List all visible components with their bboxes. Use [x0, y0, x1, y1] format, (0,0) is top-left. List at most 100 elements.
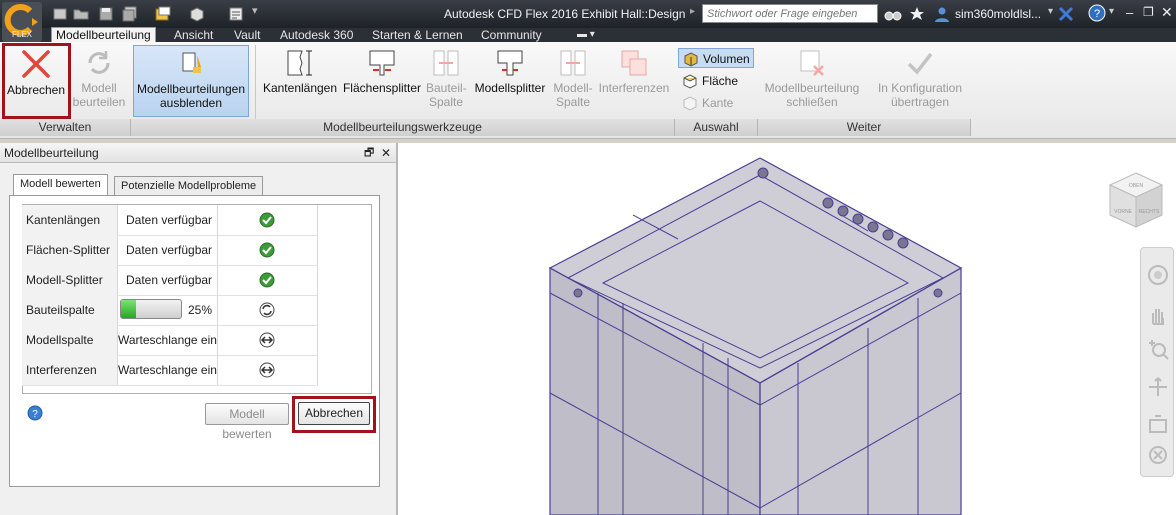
edge-select-icon — [683, 96, 697, 111]
tab-ansicht[interactable]: Ansicht — [174, 28, 213, 42]
minimize-icon[interactable]: – — [1126, 5, 1133, 20]
abbrechen-ribbon-button[interactable]: Abbrechen — [4, 48, 68, 97]
kante-select-button[interactable]: Kante — [678, 93, 754, 113]
close-panel-icon[interactable]: ✕ — [381, 143, 391, 163]
flaeche-select-button[interactable]: Fläche — [678, 71, 754, 91]
modell-spalte-button[interactable]: Modell- Spalte — [552, 48, 594, 109]
panel-title: Modellbeurteilung — [4, 146, 99, 160]
exchange-x-icon[interactable] — [1058, 6, 1074, 22]
row-status: Daten verfügbar — [118, 265, 218, 295]
queued-icon — [259, 332, 275, 348]
table-row: Interferenzen Warteschlange eing — [22, 355, 318, 386]
row-status: Daten verfügbar — [118, 235, 218, 265]
row-icon-cell — [218, 355, 318, 385]
checkmark-icon — [907, 52, 933, 75]
tab-vault[interactable]: Vault — [234, 28, 260, 42]
look-at-icon[interactable] — [1147, 414, 1169, 436]
viewcube-right-label: RECHTS — [1139, 209, 1160, 215]
queued-icon — [259, 362, 275, 378]
check-icon — [259, 212, 275, 228]
model-view — [548, 157, 963, 515]
row-name: Kantenlängen — [22, 205, 118, 235]
interference-icon — [621, 50, 647, 76]
bauteil-spalte-button[interactable]: Bauteil- Spalte — [426, 48, 467, 109]
help-icon[interactable]: ? — [27, 405, 43, 421]
save-all-icon[interactable] — [122, 6, 138, 22]
refresh-icon — [88, 51, 110, 74]
qat-dropdown-icon[interactable]: ▾ — [252, 4, 268, 20]
navigation-bar — [1140, 247, 1174, 477]
table-row: Modell-Splitter Daten verfügbar — [22, 265, 318, 296]
window-title: Autodesk CFD Flex 2016 Exhibit Hall::Des… — [444, 7, 686, 21]
interferenzen-label: Interferenzen — [598, 81, 670, 95]
check-icon — [259, 242, 275, 258]
modellbeurteilungen-ausblenden-button[interactable]: Modellbeurteilungen ausblenden — [133, 45, 249, 117]
table-row: Bauteilspalte 25% — [22, 295, 318, 326]
modell-bewerten-button[interactable]: Modell bewerten — [205, 403, 289, 441]
abbrechen-button[interactable]: Abbrechen — [298, 402, 370, 425]
modellsplitter-button[interactable]: Modellsplitter — [471, 48, 549, 95]
search-input[interactable] — [702, 4, 878, 23]
surface-splitter-icon — [369, 50, 395, 76]
tab-modellbeurteilung[interactable]: Modellbeurteilung — [51, 27, 156, 42]
viewcube-top-label: OBEN — [1129, 183, 1144, 189]
panel-label-werkzeuge: Modellbeurteilungswerkzeuge — [131, 119, 675, 136]
model-gap-icon — [560, 50, 586, 76]
favorites-star-icon[interactable] — [909, 6, 925, 22]
volumen-select-button[interactable]: Volumen — [678, 48, 754, 68]
showmotion-icon[interactable] — [1147, 444, 1169, 466]
project-icon[interactable] — [155, 6, 171, 22]
save-icon[interactable] — [98, 6, 114, 22]
part-gap-icon — [433, 50, 459, 76]
user-icon[interactable] — [934, 6, 950, 22]
help-icon[interactable]: ? — [1088, 4, 1106, 22]
restore-icon[interactable]: ❐ — [1143, 5, 1154, 19]
modell-beurteilen-ribbon-button[interactable]: Modell beurteilen — [70, 48, 128, 109]
user-dropdown-icon[interactable]: ▾ — [1048, 6, 1053, 17]
app-logo[interactable]: FLEX — [2, 2, 42, 42]
float-panel-icon[interactable]: 🗗 — [364, 143, 374, 163]
orbit-icon[interactable] — [1147, 376, 1169, 398]
steering-wheel-icon[interactable] — [1147, 264, 1169, 286]
ribbon-options-icon[interactable]: ▬ ▾ — [577, 28, 595, 42]
title-arrow-icon: ▸ — [690, 6, 696, 17]
user-name[interactable]: sim360moldlsl... — [955, 7, 1041, 21]
table-row: Flächen-Splitter Daten verfügbar — [22, 235, 318, 266]
new-file-icon[interactable] — [52, 6, 68, 22]
modellsplitter-label: Modellsplitter — [474, 81, 546, 95]
binoculars-icon[interactable] — [884, 6, 902, 22]
interferenzen-button[interactable]: Interferenzen — [598, 48, 670, 95]
tab-community[interactable]: Community — [481, 28, 542, 42]
row-status-cell: 25% — [118, 295, 218, 325]
close-window-icon[interactable]: ✕ — [1161, 4, 1173, 21]
viewcube-front-label: VORNE — [1114, 209, 1132, 215]
close-review-icon — [800, 50, 824, 76]
progress-percent: 25% — [188, 303, 213, 317]
report-icon[interactable] — [228, 6, 244, 22]
help-dropdown-icon[interactable]: ▾ — [1109, 6, 1114, 17]
tab-potenzielle-modellprobleme[interactable]: Potenzielle Modellprobleme — [114, 176, 264, 195]
row-status: Warteschlange eing — [118, 325, 218, 355]
tab-modell-bewerten[interactable]: Modell bewerten — [13, 174, 108, 195]
ausblenden-label-1: Modellbeurteilungen — [136, 82, 246, 96]
row-icon-cell — [218, 265, 318, 295]
brush-icon — [182, 52, 201, 73]
flaechensplitter-button[interactable]: Flächensplitter — [341, 48, 423, 95]
flaeche-label: Fläche — [702, 74, 739, 88]
modell-beurteilen-label-1: Modell — [81, 81, 117, 95]
kantenlaengen-button[interactable]: Kantenlängen — [262, 48, 338, 95]
open-folder-icon[interactable] — [73, 6, 89, 22]
tab-autodesk-360[interactable]: Autodesk 360 — [280, 28, 353, 42]
logo-text: FLEX — [12, 30, 33, 39]
viewcube[interactable]: OBEN VORNE RECHTS — [1108, 171, 1164, 231]
row-name: Interferenzen — [22, 355, 118, 385]
pan-hand-icon[interactable] — [1147, 304, 1169, 326]
tab-starten-lernen[interactable]: Starten & Lernen — [372, 28, 463, 42]
check-icon — [259, 272, 275, 288]
in-konfiguration-uebertragen-button[interactable]: In Konfiguration übertragen — [870, 48, 970, 109]
3d-viewport[interactable]: OBEN VORNE RECHTS — [398, 143, 1176, 515]
modellbeurteilung-schliessen-button[interactable]: Modellbeurteilung schließen — [762, 48, 862, 109]
geometry-icon[interactable] — [189, 6, 205, 22]
table-row: Modellspalte Warteschlange eing — [22, 325, 318, 356]
zoom-icon[interactable] — [1147, 338, 1169, 360]
